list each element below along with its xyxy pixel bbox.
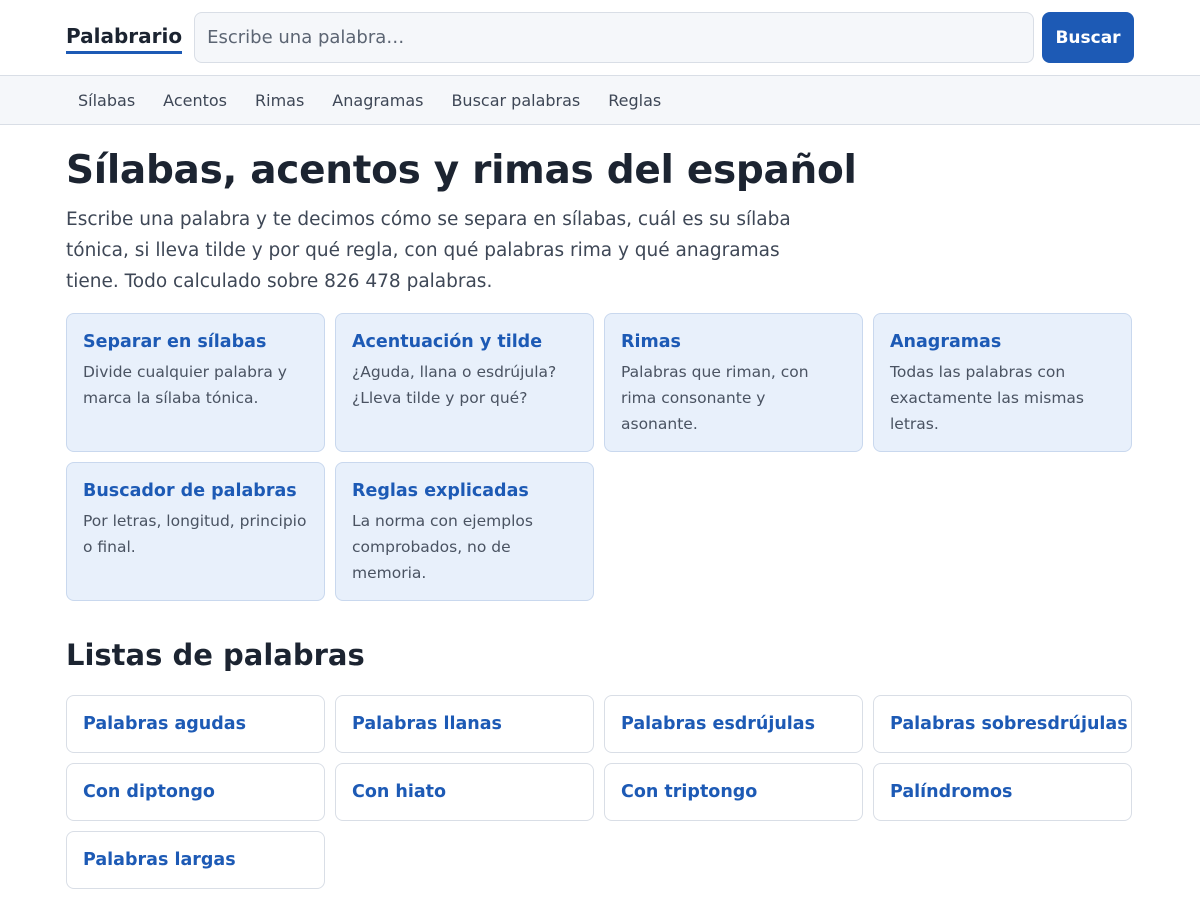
- search-input[interactable]: [194, 12, 1034, 63]
- nav-item-acentos[interactable]: Acentos: [149, 91, 241, 110]
- feature-title: Anagramas: [890, 332, 1002, 352]
- brand-logo[interactable]: Palabrario: [66, 23, 183, 54]
- page-title: Sílabas, acentos y rimas del español: [66, 148, 857, 193]
- nav-item-anagramas[interactable]: Anagramas: [318, 91, 437, 110]
- list-card-largas[interactable]: Palabras largas: [66, 831, 325, 889]
- feature-title: Acentuación y tilde: [352, 332, 543, 352]
- search-button[interactable]: Buscar: [1042, 12, 1134, 63]
- feature-desc: Palabras que riman, con rima consonante …: [621, 363, 809, 433]
- intro-text: Escribe una palabra y te decimos cómo se…: [66, 209, 791, 292]
- feature-desc: Por letras, longitud, principio o final.: [83, 512, 307, 556]
- header-bar: Palabrario Buscar: [66, 12, 1134, 63]
- feature-card-acentuacion[interactable]: Acentuación y tilde ¿Aguda, llana o esdr…: [335, 313, 594, 452]
- feature-card-silabas[interactable]: Separar en sílabas Divide cualquier pala…: [66, 313, 325, 452]
- lists-heading: Listas de palabras: [66, 638, 365, 672]
- list-card-esdrujulas[interactable]: Palabras esdrújulas: [604, 695, 863, 753]
- nav-item-buscar-palabras[interactable]: Buscar palabras: [437, 91, 594, 110]
- list-card-diptongo[interactable]: Con diptongo: [66, 763, 325, 821]
- feature-grid: Separar en sílabas Divide cualquier pala…: [66, 313, 1134, 601]
- feature-title: Rimas: [621, 332, 681, 352]
- list-card-triptongo[interactable]: Con triptongo: [604, 763, 863, 821]
- top-header: Palabrario Buscar: [0, 0, 1200, 76]
- feature-card-buscador[interactable]: Buscador de palabras Por letras, longitu…: [66, 462, 325, 601]
- feature-title: Separar en sílabas: [83, 332, 267, 352]
- nav-item-reglas[interactable]: Reglas: [594, 91, 675, 110]
- list-label: Palabras sobresdrújulas: [890, 714, 1128, 734]
- list-card-llanas[interactable]: Palabras llanas: [335, 695, 594, 753]
- list-label: Palabras esdrújulas: [621, 714, 816, 734]
- nav-items: Sílabas Acentos Rimas Anagramas Buscar p…: [64, 76, 675, 124]
- word-lists-grid: Palabras agudas Palabras llanas Palabras…: [66, 695, 1134, 889]
- list-label: Con triptongo: [621, 782, 758, 802]
- feature-desc: Todas las palabras con exactamente las m…: [890, 363, 1084, 433]
- list-card-palindromos[interactable]: Palíndromos: [873, 763, 1132, 821]
- feature-desc: Divide cualquier palabra y marca la síla…: [83, 363, 287, 407]
- list-card-agudas[interactable]: Palabras agudas: [66, 695, 325, 753]
- nav-item-rimas[interactable]: Rimas: [241, 91, 318, 110]
- list-label: Palabras largas: [83, 850, 236, 870]
- feature-title: Reglas explicadas: [352, 481, 529, 501]
- feature-card-anagramas[interactable]: Anagramas Todas las palabras con exactam…: [873, 313, 1132, 452]
- list-label: Palabras agudas: [83, 714, 246, 734]
- list-label: Con hiato: [352, 782, 447, 802]
- list-label: Palabras llanas: [352, 714, 502, 734]
- feature-desc: La norma con ejemplos comprobados, no de…: [352, 512, 533, 582]
- feature-card-rimas[interactable]: Rimas Palabras que riman, con rima conso…: [604, 313, 863, 452]
- list-card-sobresdrujulas[interactable]: Palabras sobresdrújulas: [873, 695, 1132, 753]
- main-nav: Sílabas Acentos Rimas Anagramas Buscar p…: [0, 76, 1200, 125]
- list-label: Palíndromos: [890, 782, 1013, 802]
- nav-item-silabas[interactable]: Sílabas: [64, 91, 149, 110]
- list-card-hiato[interactable]: Con hiato: [335, 763, 594, 821]
- list-label: Con diptongo: [83, 782, 215, 802]
- feature-title: Buscador de palabras: [83, 481, 297, 501]
- feature-card-reglas[interactable]: Reglas explicadas La norma con ejemplos …: [335, 462, 594, 601]
- feature-desc: ¿Aguda, llana o esdrújula? ¿Lleva tilde …: [352, 363, 557, 407]
